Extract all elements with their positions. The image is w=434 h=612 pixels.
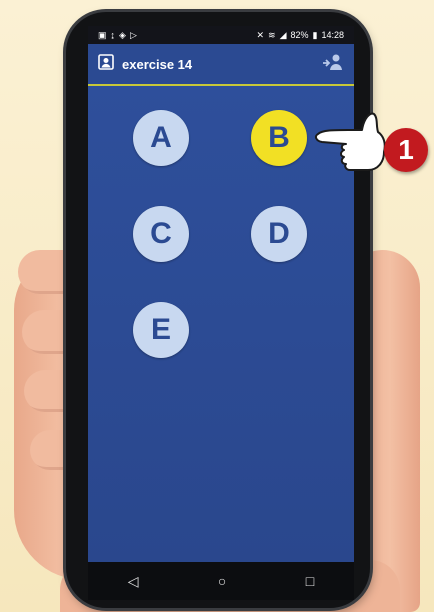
choice-c-button[interactable]: C (133, 206, 189, 262)
mute-icon: ✕ (256, 29, 265, 40)
page-title: exercise 14 (122, 56, 193, 72)
choice-a-button[interactable]: A (133, 110, 189, 166)
share-user-icon[interactable] (322, 53, 344, 76)
status-bar: ▣ ↨ ◈ ▷ ✕ ≋ ◢ 82% ▮ 14:28 (88, 26, 354, 44)
back-nav-icon[interactable]: ◁ (128, 573, 139, 590)
pointing-hand-icon (314, 112, 386, 171)
play-icon: ▷ (129, 29, 137, 40)
home-nav-icon[interactable]: ○ (218, 573, 226, 589)
profile-icon[interactable] (98, 53, 114, 75)
sync-icon: ◈ (119, 29, 126, 40)
wifi-icon: ≋ (268, 29, 276, 40)
recents-nav-icon[interactable]: □ (306, 573, 314, 589)
notification-icon: ▣ (98, 29, 107, 40)
battery-level: 82% (290, 30, 309, 40)
clock: 14:28 (321, 30, 344, 40)
nav-bar: ◁ ○ □ (88, 562, 354, 600)
choice-e-button[interactable]: E (133, 302, 189, 358)
choice-b-button[interactable]: B (251, 110, 307, 166)
battery-icon: ▮ (312, 29, 318, 40)
step-number-badge: 1 (384, 128, 428, 172)
signal-icon: ◢ (279, 29, 287, 40)
choice-d-button[interactable]: D (251, 206, 307, 262)
app-bar: exercise 14 (88, 44, 354, 86)
usb-icon: ↨ (110, 30, 116, 40)
